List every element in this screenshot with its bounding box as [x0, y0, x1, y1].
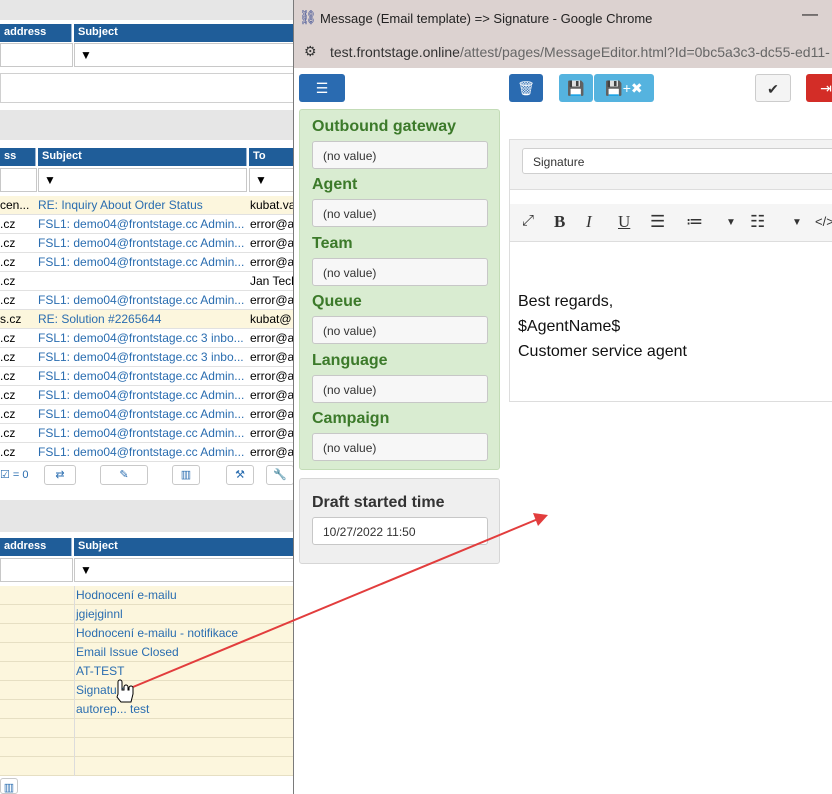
annotation-arrow-line: [132, 518, 539, 688]
hand-cursor-icon: [116, 679, 134, 703]
annotation-overlay: [116, 513, 548, 703]
